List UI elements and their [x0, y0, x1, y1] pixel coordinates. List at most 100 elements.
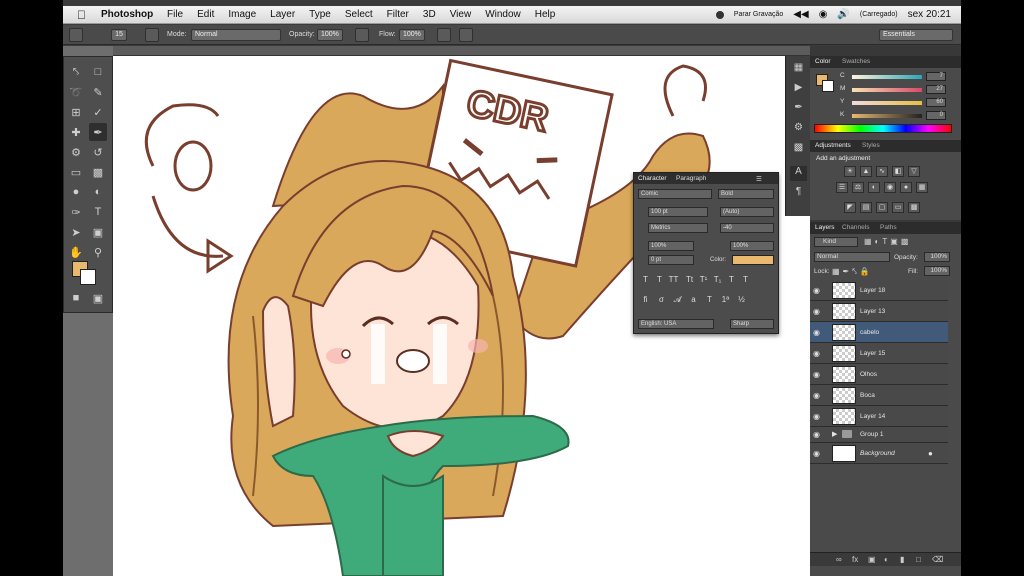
- exposure-adj-icon[interactable]: ◧: [892, 166, 904, 177]
- history-panel-icon[interactable]: ▦: [790, 62, 807, 77]
- fx-icon[interactable]: fx: [852, 555, 858, 564]
- layer-group-row[interactable]: ◉ ▶ Group 1: [810, 427, 948, 443]
- hand-tool-icon[interactable]: ✋: [67, 243, 85, 261]
- add-mask-icon[interactable]: ▣: [868, 555, 876, 564]
- color-bg-swatch[interactable]: [822, 80, 834, 92]
- eraser-tool-icon[interactable]: ▭: [67, 163, 85, 181]
- tab-color[interactable]: Color: [815, 58, 831, 65]
- color-lookup-adj-icon[interactable]: ▦: [916, 182, 928, 193]
- menu-window[interactable]: Window: [485, 9, 529, 20]
- tab-character[interactable]: Character: [638, 175, 667, 182]
- menu-help[interactable]: Help: [535, 9, 564, 20]
- panel-menu-icon[interactable]: ☰: [756, 175, 762, 183]
- lasso-tool-icon[interactable]: ➰: [67, 83, 85, 101]
- battery-status[interactable]: (Carregado): [860, 11, 898, 18]
- healing-tool-icon[interactable]: ✚: [67, 123, 85, 141]
- text-color-swatch[interactable]: [732, 255, 774, 265]
- tab-adjustments[interactable]: Adjustments: [815, 142, 851, 149]
- photo-filter-adj-icon[interactable]: ◉: [884, 182, 896, 193]
- invert-adj-icon[interactable]: ◤: [844, 202, 856, 213]
- app-menu[interactable]: Photoshop: [101, 9, 153, 20]
- slider-m[interactable]: M 27: [840, 85, 958, 95]
- gradient-map-adj-icon[interactable]: ▭: [892, 202, 904, 213]
- layer-row[interactable]: ◉ Boca: [810, 385, 948, 406]
- underline-icon[interactable]: T: [726, 275, 737, 286]
- menu-image[interactable]: Image: [228, 9, 264, 20]
- layer-row[interactable]: ◉ Olhos: [810, 364, 948, 385]
- flow-input[interactable]: 100%: [399, 29, 425, 41]
- menu-file[interactable]: File: [167, 9, 191, 20]
- wifi-icon[interactable]: ◉: [819, 9, 828, 20]
- brightness-adj-icon[interactable]: ☀: [844, 166, 856, 177]
- threshold-adj-icon[interactable]: ▢: [876, 202, 888, 213]
- volume-icon[interactable]: 🔊: [837, 9, 849, 20]
- channel-mixer-adj-icon[interactable]: ●: [900, 182, 912, 193]
- slider-k[interactable]: K 0: [840, 111, 958, 121]
- eye-icon[interactable]: ◉: [813, 328, 820, 337]
- quick-select-tool-icon[interactable]: ✎: [89, 83, 107, 101]
- quick-mask-icon[interactable]: ■: [67, 289, 85, 307]
- small-caps-icon[interactable]: Tt: [684, 275, 695, 286]
- slider-y[interactable]: Y 60: [840, 98, 958, 108]
- background-color-swatch[interactable]: [80, 269, 96, 285]
- eye-icon[interactable]: ◉: [813, 391, 820, 400]
- clock[interactable]: sex 20:21: [908, 9, 951, 20]
- tab-channels[interactable]: Channels: [842, 224, 869, 231]
- layer-row[interactable]: ◉ Layer 18: [810, 280, 948, 301]
- font-size-input[interactable]: 100 pt: [648, 207, 708, 217]
- oldstyle-icon[interactable]: σ: [656, 295, 667, 306]
- screen-mode-icon[interactable]: ▣: [89, 289, 107, 307]
- eye-icon[interactable]: ◉: [813, 430, 820, 439]
- eye-icon[interactable]: ◉: [813, 449, 820, 458]
- shape-tool-icon[interactable]: ▣: [89, 223, 107, 241]
- tab-paths[interactable]: Paths: [880, 224, 897, 231]
- layer-row-background[interactable]: ◉ Background ●: [810, 443, 948, 464]
- menu-select[interactable]: Select: [345, 9, 381, 20]
- brush-panel-toggle-icon[interactable]: [145, 28, 159, 42]
- brush-presets-icon[interactable]: ⚙: [790, 122, 807, 137]
- horizontal-scale-input[interactable]: 100%: [730, 241, 774, 251]
- alternates-icon[interactable]: a: [688, 295, 699, 306]
- record-icon[interactable]: [715, 10, 724, 19]
- group-expand-icon[interactable]: ▶: [832, 430, 837, 438]
- crop-tool-icon[interactable]: ⊞: [67, 103, 85, 121]
- airbrush-icon[interactable]: [437, 28, 451, 42]
- eye-icon[interactable]: ◉: [813, 370, 820, 379]
- clone-source-icon[interactable]: ▩: [790, 142, 807, 157]
- leading-input[interactable]: (Auto): [720, 207, 774, 217]
- new-group-icon[interactable]: ▮: [900, 555, 904, 564]
- all-caps-icon[interactable]: TT: [668, 275, 679, 286]
- titling-icon[interactable]: T: [704, 295, 715, 306]
- hue-sat-adj-icon[interactable]: ☰: [836, 182, 848, 193]
- subscript-icon[interactable]: T₁: [712, 275, 723, 286]
- clone-stamp-tool-icon[interactable]: ⚙: [67, 143, 85, 161]
- ligature-icon[interactable]: fi: [640, 295, 651, 306]
- vertical-scale-input[interactable]: 100%: [648, 241, 694, 251]
- tab-layers[interactable]: Layers: [815, 224, 835, 231]
- pen-tool-icon[interactable]: ✑: [67, 203, 85, 221]
- superscript-icon[interactable]: T¹: [698, 275, 709, 286]
- antialias-select[interactable]: Sharp: [730, 319, 774, 329]
- lock-icons[interactable]: ▦✒⤣🔒: [832, 267, 873, 277]
- fractions-icon[interactable]: ½: [736, 295, 747, 306]
- link-layers-icon[interactable]: ∞: [836, 555, 842, 564]
- faux-bold-icon[interactable]: T: [640, 275, 651, 286]
- eye-icon[interactable]: ◉: [813, 286, 820, 295]
- layer-filter-select[interactable]: Kind: [814, 237, 858, 247]
- pressure-size-icon[interactable]: [459, 28, 473, 42]
- bw-adj-icon[interactable]: ◐: [868, 182, 880, 193]
- layer-opacity-input[interactable]: 100%: [924, 252, 950, 262]
- menu-3d[interactable]: 3D: [423, 9, 444, 20]
- eyedropper-tool-icon[interactable]: ✓: [89, 103, 107, 121]
- zoom-tool-icon[interactable]: ⚲: [89, 243, 107, 261]
- blend-mode-select[interactable]: Normal: [814, 252, 890, 262]
- menu-filter[interactable]: Filter: [387, 9, 417, 20]
- brush-panel-icon[interactable]: ✒: [790, 102, 807, 117]
- levels-adj-icon[interactable]: ▲: [860, 166, 872, 177]
- eye-icon[interactable]: ◉: [813, 307, 820, 316]
- color-balance-adj-icon[interactable]: ⚖: [852, 182, 864, 193]
- paragraph-panel-icon[interactable]: ¶: [790, 186, 807, 201]
- tab-swatches[interactable]: Swatches: [842, 58, 870, 65]
- tab-paragraph[interactable]: Paragraph: [676, 175, 706, 182]
- record-status[interactable]: Parar Gravação: [734, 11, 783, 18]
